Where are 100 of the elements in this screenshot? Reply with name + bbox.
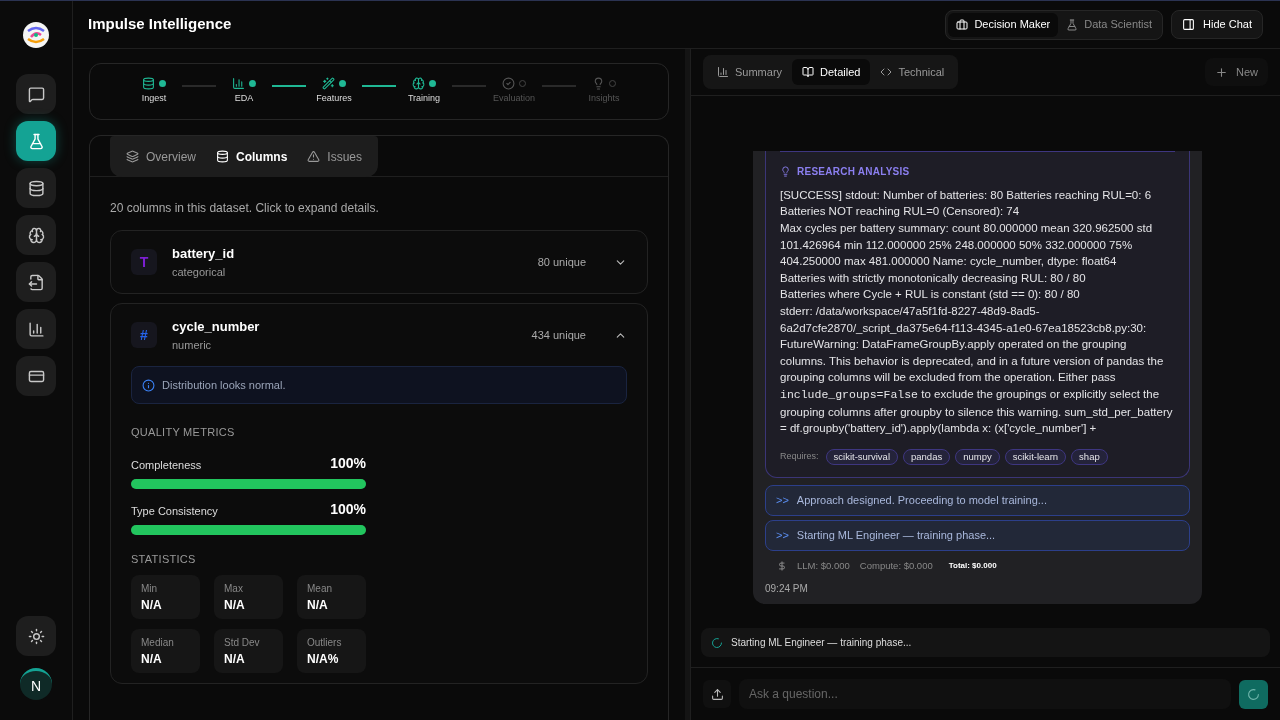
magic-wand-icon: [322, 77, 335, 91]
stat-label: Max: [224, 582, 244, 596]
column-name: battery_id: [172, 245, 235, 263]
step-prefix: >>: [776, 493, 789, 508]
layers-icon: [126, 150, 139, 163]
pipeline-step[interactable]: EDA: [234, 92, 254, 106]
spinner-icon: [1247, 687, 1260, 701]
data-tab[interactable]: Overview: [116, 140, 206, 173]
chat-tab[interactable]: Summary: [707, 59, 793, 85]
sidebar-item[interactable]: [16, 215, 56, 255]
requires-label: Requires:: [780, 450, 819, 463]
question-input[interactable]: Ask a question...: [739, 679, 1231, 709]
status-text: Starting ML Engineer — training phase...: [731, 636, 912, 650]
package-tag: numpy: [955, 448, 1000, 465]
data-tab[interactable]: Issues: [297, 140, 373, 173]
check-circle-icon: [502, 77, 515, 91]
stat-value: N/A: [307, 597, 329, 614]
database-icon: [142, 77, 155, 91]
type-icon: #: [131, 322, 157, 348]
file-export-icon: [27, 273, 45, 291]
sidebar-item[interactable]: [16, 168, 56, 208]
section-title: RESEARCH ANALYSIS: [797, 164, 910, 179]
stat-value: N/A: [224, 597, 246, 614]
flask-icon: [27, 132, 45, 150]
column-type: categorical: [172, 264, 227, 280]
stat-label: Median: [141, 636, 175, 650]
metric-label: Completeness: [131, 458, 202, 473]
stat-label: Min: [141, 582, 159, 596]
brain-icon: [412, 77, 425, 91]
pipeline-step[interactable]: Ingest: [141, 92, 167, 106]
message-time: 09:24 PM: [765, 582, 809, 596]
stat-value: N/A: [141, 651, 163, 668]
step-prefix: >>: [776, 528, 789, 543]
mode-option[interactable]: Decision Maker: [948, 12, 1059, 37]
send-button[interactable]: [1239, 679, 1268, 709]
section-heading: QUALITY METRICS: [131, 425, 236, 440]
stat-label: Outliers: [307, 636, 343, 650]
data-tab[interactable]: Columns: [206, 140, 298, 173]
metric-value: 100%: [330, 453, 366, 473]
stat-value: N/A%: [307, 651, 340, 668]
stat-value: N/A: [141, 597, 163, 614]
metric-label: Type Consistency: [131, 504, 218, 519]
note-text: Distribution looks normal.: [162, 377, 286, 393]
logo-icon: [22, 21, 50, 49]
package-tag: scikit-survival: [825, 448, 898, 465]
columns-intro: 20 columns in this dataset. Click to expand details.: [110, 200, 380, 217]
sidebar-item[interactable]: [16, 262, 56, 302]
mode-option[interactable]: Data Scientist: [1058, 12, 1161, 37]
pipeline-step[interactable]: Features: [316, 92, 352, 106]
hide-chat-button[interactable]: Hide Chat: [1171, 10, 1263, 39]
flask-icon: [1066, 18, 1079, 31]
book-icon: [802, 66, 815, 78]
plus-icon: [1215, 65, 1228, 79]
section-heading: STATISTICS: [131, 551, 197, 567]
warning-icon: [307, 150, 321, 163]
column-card[interactable]: # cycle_number numeric 434 unique Distribution looks normal. QUALITY METRICS Completeness 100% Type Consistency 100% STATISTICS Min N/A Max N/A Mean N/A Median N/A Std Dev N/A Outliers N/A%: [110, 303, 648, 684]
upload-button[interactable]: [703, 680, 731, 708]
metric-value: 100%: [330, 499, 366, 519]
lightbulb-icon: [592, 77, 605, 91]
database-icon: [27, 179, 45, 197]
database-icon: [216, 150, 229, 163]
chat-icon: [27, 85, 45, 103]
app-title: Impulse Intelligence: [88, 14, 232, 35]
column-card[interactable]: T battery_id categorical 80 unique: [110, 230, 648, 294]
package-tag: shap: [1071, 448, 1108, 465]
compute-cost: Compute: $0.000: [859, 558, 933, 573]
package-tag: scikit-learn: [1004, 448, 1067, 465]
chat-tab[interactable]: Technical: [870, 59, 955, 85]
lightbulb-icon: [780, 165, 791, 177]
sidebar-item[interactable]: [16, 121, 56, 161]
package-tag: pandas: [903, 448, 951, 465]
briefcase-icon: [956, 18, 969, 31]
user-avatar[interactable]: N: [20, 668, 52, 700]
analysis-text: [SUCCESS] stdout: Number of batteries: 80 Batteries reaching RUL=0: 6 Batteries NOT reaching RUL=0 (Censored): 74 Max cycles per battery summary: count 80.000000 mean 320.962500 std 101.426964 min 112.000000 25% 248.000000 50% 332.000000 75% 404.250000 max 481.000000 Name: cycle_number, dtype: float64 Batteries with strictly monotonically decreasing RUL: 80 / 80 Batteries where Cycle + RUL is constant (std == 0): 80 / 80 stderr: /data/workspace/47a5f1fd-8227-48d9-8ad5-6a2d7cfe2870/_script_da375e64-f113-4345-a1e0-67ea18523cb8.py:30: FutureWarning: DataFrameGroupBy.apply operated on the grouping columns. This behavior is deprecated, and in a future version of pandas the grouping columns will be excluded from the operation. Either pass include_groups=False to exclude the groupings or explicitly select the grouping columns after groupby to silence this warning. sum_std_per_battery = df.groupby('battery_id').apply(lambda x: (x['cycle_number'] +: [780, 187, 1174, 437]
llm-cost: LLM: $0.000: [797, 558, 850, 573]
stat-value: N/A: [224, 651, 246, 668]
bar-chart-icon: [27, 320, 45, 338]
unique-count: 80 unique: [537, 254, 586, 270]
sun-icon: [27, 627, 45, 645]
panel-icon: [1182, 18, 1196, 31]
spinner-icon: [711, 636, 723, 649]
step-text: Approach designed. Proceeding to model training...: [796, 493, 1047, 508]
step-text: Starting ML Engineer — training phase...: [796, 528, 996, 543]
column-name: cycle_number: [172, 318, 260, 336]
unique-count: 434 unique: [531, 327, 586, 343]
pipeline-step[interactable]: Training: [407, 92, 441, 106]
chat-tab[interactable]: Detailed: [792, 59, 871, 85]
bar-chart-icon: [232, 77, 245, 91]
theme-toggle-button[interactable]: [16, 616, 56, 656]
sidebar-item[interactable]: [16, 309, 56, 349]
column-type: numeric: [172, 337, 213, 353]
sidebar-item[interactable]: [16, 74, 56, 114]
type-icon: T: [131, 249, 157, 275]
upload-icon: [710, 687, 724, 701]
new-chat-button[interactable]: New: [1205, 58, 1268, 86]
stat-label: Std Dev: [224, 636, 261, 650]
code-icon: [880, 66, 893, 78]
cost-icon: [777, 560, 787, 571]
stat-label: Mean: [307, 582, 333, 596]
sidebar-item[interactable]: [16, 356, 56, 396]
